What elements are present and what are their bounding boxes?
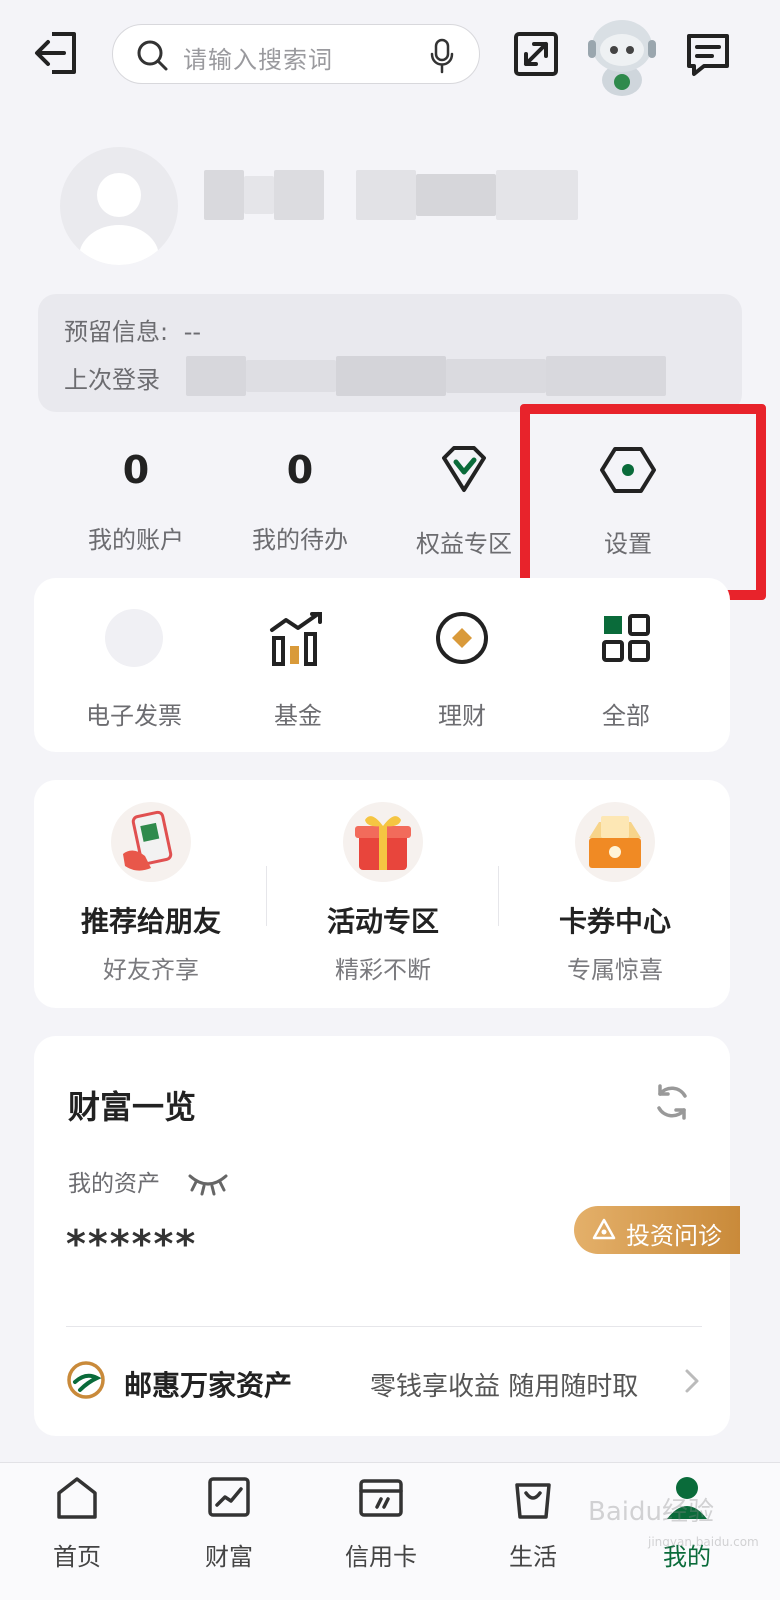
product-name[interactable]: 邮惠万家资产	[124, 1364, 292, 1404]
tab-wealth[interactable]: 财富	[174, 1473, 284, 1572]
tab-home[interactable]: 首页	[22, 1473, 132, 1572]
search-input[interactable]: 请输入搜索词	[112, 24, 480, 84]
exit-icon[interactable]	[32, 28, 82, 78]
masked-username	[204, 170, 578, 220]
message-icon[interactable]	[684, 30, 732, 78]
robot-assistant-icon[interactable]	[584, 14, 660, 98]
youhui-wanjia-logo-icon	[67, 1361, 105, 1399]
promo-coupons-subtitle: 专属惊喜	[567, 956, 663, 984]
default-avatar-icon	[79, 173, 159, 265]
tab-mine[interactable]: 我的	[632, 1473, 742, 1572]
promo-activities-title: 活动专区	[326, 905, 439, 938]
grid-icon	[602, 614, 650, 662]
service-invoice[interactable]: 电子发票	[48, 608, 220, 731]
rights-zone[interactable]: 权益专区	[384, 440, 544, 570]
reserved-info: 预留信息: --	[64, 312, 201, 347]
home-icon	[57, 1477, 97, 1519]
my-todos[interactable]: 0 我的待办	[220, 440, 380, 570]
service-wealth-label: 理财	[438, 702, 486, 730]
promo-refer-title: 推荐给朋友	[80, 905, 221, 938]
service-wealth[interactable]: 理财	[376, 608, 548, 731]
credit-card-icon	[359, 1479, 403, 1517]
bottom-tab-bar: 首页 财富 信用卡 生活 我的	[0, 1462, 780, 1600]
promo-refer-subtitle: 好友齐享	[103, 956, 199, 984]
reserved-info-value: --	[183, 318, 202, 346]
todos-count: 0	[286, 448, 314, 492]
tab-credit-card-label: 信用卡	[345, 1543, 417, 1571]
divider	[66, 1326, 702, 1327]
promo-coupons[interactable]: 卡券中心 专属惊喜	[498, 802, 732, 985]
diamond-icon	[442, 446, 486, 492]
promo-card: 推荐给朋友 好友齐享 活动专区 精彩不断 卡券中心 专属惊喜	[34, 780, 730, 1008]
promo-coupons-title: 卡券中心	[558, 905, 671, 938]
tab-wealth-label: 财富	[205, 1543, 253, 1571]
service-all[interactable]: 全部	[540, 608, 712, 731]
wealth-title: 财富一览	[68, 1088, 197, 1126]
settings-label: 设置	[604, 530, 652, 558]
search-placeholder: 请输入搜索词	[183, 46, 333, 74]
tab-mine-label: 我的	[663, 1543, 711, 1571]
coupon-box-icon	[575, 802, 655, 882]
accounts-count: 0	[122, 448, 150, 492]
investment-diagnosis-label: 投资问诊	[626, 1222, 722, 1250]
chevron-right-icon[interactable]	[682, 1366, 702, 1396]
qr-phone-icon	[111, 802, 191, 882]
eye-closed-icon[interactable]	[186, 1170, 230, 1196]
settings-button[interactable]: 设置	[548, 440, 708, 570]
masked-login-time	[186, 356, 666, 396]
last-login: 上次登录	[64, 360, 160, 395]
tab-credit-card[interactable]: 信用卡	[326, 1473, 436, 1572]
shopping-bag-icon	[515, 1483, 551, 1519]
avatar[interactable]	[60, 147, 178, 265]
microphone-icon[interactable]	[429, 38, 455, 74]
todos-label: 我的待办	[252, 526, 348, 554]
refresh-icon[interactable]	[652, 1082, 692, 1122]
gift-icon	[343, 802, 423, 882]
last-login-label: 上次登录	[64, 366, 160, 394]
service-all-label: 全部	[602, 702, 650, 730]
product-description[interactable]: 零钱享收益 随用随时取	[370, 1366, 638, 1403]
fund-chart-icon	[270, 612, 322, 666]
services-card: 电子发票 基金 理财 全部	[34, 578, 730, 752]
expand-icon[interactable]	[512, 30, 560, 78]
wealth-trend-icon	[208, 1477, 250, 1517]
promo-activities-subtitle: 精彩不断	[335, 956, 431, 984]
promo-refer-friend[interactable]: 推荐给朋友 好友齐享	[34, 802, 268, 985]
wealth-coin-icon	[436, 612, 488, 664]
login-info-card: 预留信息: -- 上次登录	[38, 294, 742, 412]
investment-diagnosis-button[interactable]: 投资问诊	[574, 1206, 740, 1254]
invoice-icon	[105, 609, 163, 667]
search-icon	[137, 40, 168, 71]
person-icon	[667, 1477, 707, 1519]
diagnosis-icon	[592, 1218, 616, 1240]
service-invoice-label: 电子发票	[86, 702, 182, 730]
promo-activities[interactable]: 活动专区 精彩不断	[266, 802, 500, 985]
settings-hexagon-icon	[600, 447, 656, 493]
tab-life-label: 生活	[509, 1543, 557, 1571]
my-assets-value: ******	[66, 1222, 198, 1266]
my-accounts[interactable]: 0 我的账户	[56, 440, 216, 570]
service-fund-label: 基金	[274, 702, 322, 730]
reserved-info-label: 预留信息:	[64, 318, 169, 346]
tab-life[interactable]: 生活	[478, 1473, 588, 1572]
accounts-label: 我的账户	[88, 526, 184, 554]
service-fund[interactable]: 基金	[212, 608, 384, 731]
rights-label: 权益专区	[416, 530, 512, 558]
my-assets-label: 我的资产	[68, 1171, 160, 1197]
top-bar: 请输入搜索词	[0, 0, 780, 110]
tab-home-label: 首页	[53, 1543, 101, 1571]
